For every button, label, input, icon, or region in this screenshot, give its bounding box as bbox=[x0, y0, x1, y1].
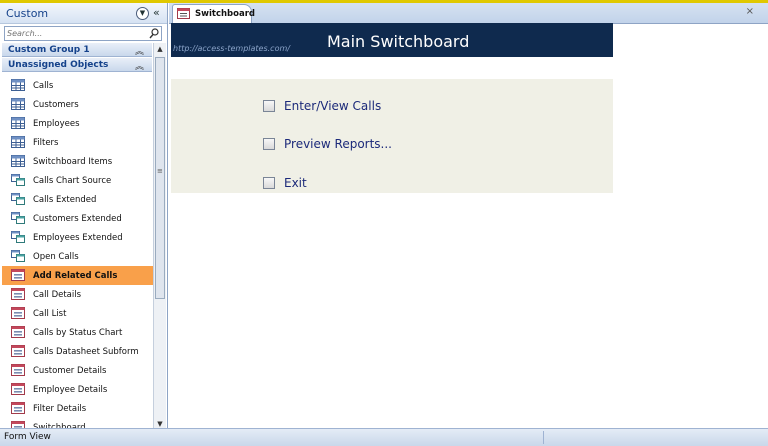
nav-item-label: Call List bbox=[33, 309, 67, 319]
nav-item[interactable]: Filters bbox=[2, 133, 153, 152]
page-title: Main Switchboard bbox=[327, 32, 470, 51]
option-label[interactable]: Exit bbox=[284, 176, 307, 190]
nav-pane-title: Custom bbox=[6, 7, 49, 20]
nav-item-label: Calls Extended bbox=[33, 195, 97, 205]
nav-item-label: Employees Extended bbox=[33, 233, 123, 243]
scroll-thumb[interactable]: ≡ bbox=[155, 57, 165, 299]
table-icon bbox=[11, 155, 25, 167]
banner-url: http://access-templates.com/ bbox=[173, 44, 290, 53]
nav-item-label: Call Details bbox=[33, 290, 82, 300]
group-label: Custom Group 1 bbox=[8, 45, 90, 55]
status-separator bbox=[543, 431, 544, 444]
nav-item[interactable]: Calls Extended bbox=[2, 190, 153, 209]
grip-icon: ≡ bbox=[157, 167, 163, 175]
tab-switchboard[interactable]: Switchboard bbox=[172, 4, 255, 23]
object-list: Calls Customers Employees Filters Switchboar… bbox=[2, 76, 153, 429]
form-icon bbox=[11, 269, 25, 281]
nav-item[interactable]: Employees Extended bbox=[2, 228, 153, 247]
nav-pane-header[interactable]: Custom ▼ « bbox=[0, 3, 167, 24]
nav-item[interactable]: Customers bbox=[2, 95, 153, 114]
query-icon bbox=[11, 250, 25, 262]
nav-item-label: Add Related Calls bbox=[33, 271, 118, 281]
tab-label: Switchboard bbox=[195, 9, 255, 19]
nav-item-label: Filter Details bbox=[33, 404, 87, 414]
nav-item[interactable]: Filter Details bbox=[2, 399, 153, 418]
collapse-pane-icon[interactable]: « bbox=[153, 6, 160, 19]
nav-item[interactable]: Switchboard Items bbox=[2, 152, 153, 171]
chevron-down-icon[interactable]: ▼ bbox=[136, 7, 149, 20]
double-chevron-up-icon[interactable]: ︽ bbox=[135, 59, 144, 72]
search-box bbox=[4, 26, 162, 41]
table-icon bbox=[11, 79, 25, 91]
form-icon bbox=[11, 345, 25, 357]
form-icon bbox=[11, 383, 25, 395]
group-label: Unassigned Objects bbox=[8, 60, 109, 70]
option-label[interactable]: Preview Reports... bbox=[284, 137, 392, 151]
nav-scrollbar[interactable]: ▲ ≡ ▼ bbox=[153, 43, 166, 430]
nav-item-label: Calls bbox=[33, 81, 54, 91]
nav-item-label: Calls Chart Source bbox=[33, 176, 112, 186]
query-icon bbox=[11, 212, 25, 224]
nav-item[interactable]: Call Details bbox=[2, 285, 153, 304]
form-icon bbox=[11, 364, 25, 376]
query-icon bbox=[11, 231, 25, 243]
nav-item-label: Customers bbox=[33, 100, 79, 110]
form-icon bbox=[11, 307, 25, 319]
nav-item[interactable]: Call List bbox=[2, 304, 153, 323]
table-icon bbox=[11, 98, 25, 110]
nav-item[interactable]: Open Calls bbox=[2, 247, 153, 266]
nav-item-label: Calls Datasheet Subform bbox=[33, 347, 139, 357]
form-icon bbox=[11, 402, 25, 414]
switchboard-panel: Enter/View Calls Preview Reports... Exit bbox=[171, 79, 613, 193]
navigation-pane: Custom ▼ « Custom Group 1 ︽ Unassigned O… bbox=[0, 3, 168, 430]
nav-item[interactable]: Add Related Calls bbox=[2, 266, 153, 285]
query-icon bbox=[11, 193, 25, 205]
close-icon[interactable]: × bbox=[746, 6, 754, 17]
document-tab-bar: Switchboard × bbox=[169, 3, 768, 24]
form-icon bbox=[11, 326, 25, 338]
switchboard-banner: http://access-templates.com/ Main Switch… bbox=[171, 23, 613, 57]
nav-item[interactable]: Calls Chart Source bbox=[2, 171, 153, 190]
group-header-custom-group-1[interactable]: Custom Group 1 ︽ bbox=[2, 43, 152, 57]
nav-item-label: Open Calls bbox=[33, 252, 79, 262]
nav-item[interactable]: Calls bbox=[2, 76, 153, 95]
search-input[interactable] bbox=[7, 27, 147, 40]
nav-item-label: Employee Details bbox=[33, 385, 108, 395]
option-button[interactable] bbox=[263, 177, 275, 189]
nav-item[interactable]: Employees bbox=[2, 114, 153, 133]
nav-item[interactable]: Calls Datasheet Subform bbox=[2, 342, 153, 361]
status-text: Form View bbox=[4, 432, 51, 442]
scroll-up-icon[interactable]: ▲ bbox=[154, 43, 166, 55]
table-icon bbox=[11, 136, 25, 148]
option-label[interactable]: Enter/View Calls bbox=[284, 99, 381, 113]
option-button[interactable] bbox=[263, 100, 275, 112]
table-icon bbox=[11, 117, 25, 129]
nav-item[interactable]: Calls by Status Chart bbox=[2, 323, 153, 342]
form-icon bbox=[11, 288, 25, 300]
nav-item-label: Filters bbox=[33, 138, 59, 148]
nav-item[interactable]: Employee Details bbox=[2, 380, 153, 399]
nav-item-label: Customers Extended bbox=[33, 214, 122, 224]
nav-item-label: Customer Details bbox=[33, 366, 107, 376]
double-chevron-up-icon[interactable]: ︽ bbox=[135, 44, 144, 57]
document-area: Switchboard × http://access-templates.co… bbox=[169, 3, 768, 428]
query-icon bbox=[11, 174, 25, 186]
group-header-unassigned-objects[interactable]: Unassigned Objects ︽ bbox=[2, 58, 152, 72]
nav-item-label: Calls by Status Chart bbox=[33, 328, 123, 338]
search-icon[interactable] bbox=[148, 27, 160, 40]
status-bar: Form View bbox=[0, 428, 768, 446]
form-icon bbox=[177, 8, 190, 19]
option-button[interactable] bbox=[263, 138, 275, 150]
nav-item-label: Employees bbox=[33, 119, 80, 129]
nav-item-label: Switchboard Items bbox=[33, 157, 113, 167]
nav-item[interactable]: Customers Extended bbox=[2, 209, 153, 228]
nav-item[interactable]: Customer Details bbox=[2, 361, 153, 380]
